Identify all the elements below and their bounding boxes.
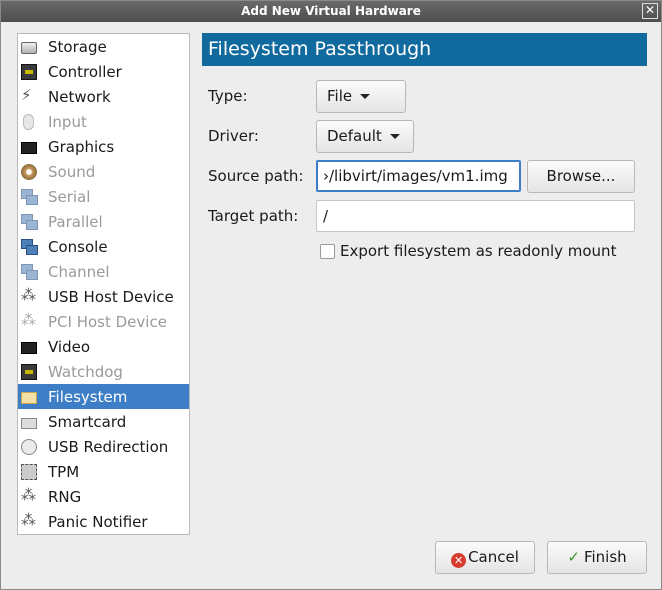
speaker-icon [21, 163, 37, 180]
sidebar-item-watchdog: Watchdog [18, 359, 189, 384]
console-icon [21, 238, 38, 255]
type-value: File [327, 87, 353, 105]
title-bar: Add New Virtual Hardware ✕ [1, 1, 661, 22]
rng-icon: ⁂ [21, 485, 36, 504]
usb-redirection-icon [21, 438, 37, 455]
sidebar-item-console[interactable]: Console [18, 234, 189, 259]
sidebar-item-label: Serial [48, 187, 91, 206]
sidebar-item-label: Controller [48, 62, 122, 81]
sidebar-item-serial: Serial [18, 184, 189, 209]
channel-icon [21, 263, 38, 280]
pci-icon: ⁂ [21, 310, 36, 329]
sidebar-item-label: Smartcard [48, 412, 127, 431]
driver-label: Driver: [208, 127, 259, 145]
sidebar-item-label: Video [48, 337, 91, 356]
readonly-label[interactable]: Export filesystem as readonly mount [340, 242, 616, 260]
serial-icon [21, 188, 38, 205]
source-path-label: Source path: [208, 167, 304, 185]
add-virtual-hardware-dialog: Add New Virtual Hardware ✕ Storage Contr… [0, 0, 662, 590]
tpm-icon [21, 463, 37, 480]
sidebar-item-smartcard[interactable]: Smartcard [18, 409, 189, 434]
smartcard-icon [21, 417, 37, 429]
sidebar-item-label: Filesystem [48, 387, 128, 406]
sidebar-item-tpm[interactable]: TPM [18, 459, 189, 484]
panic-notifier-icon: ⁂ [21, 510, 36, 529]
sidebar-item-graphics[interactable]: Graphics [18, 134, 189, 159]
plug-icon: ⚡ [21, 85, 32, 104]
hardware-list: Storage Controller ⚡ Network Input Graph… [17, 33, 190, 535]
sidebar-item-usb-host-device[interactable]: ⁂ USB Host Device [18, 284, 189, 309]
cancel-icon: ✕ [451, 553, 467, 568]
sidebar-item-label: Parallel [48, 212, 103, 231]
sidebar-item-label: Console [48, 237, 108, 256]
finish-button[interactable]: ✓ Finish [547, 541, 647, 574]
sidebar-item-label: PCI Host Device [48, 312, 167, 331]
sidebar-item-label: Network [48, 87, 111, 106]
panel-title: Filesystem Passthrough [202, 33, 647, 66]
window-title: Add New Virtual Hardware [241, 4, 421, 18]
watchdog-icon [21, 363, 37, 380]
sidebar-item-storage[interactable]: Storage [18, 34, 189, 59]
chip-icon [21, 63, 37, 80]
sidebar-item-channel: Channel [18, 259, 189, 284]
monitor-icon [21, 141, 37, 154]
target-path-label: Target path: [208, 207, 299, 225]
sidebar-item-label: Input [48, 112, 87, 131]
monitor-icon [21, 341, 37, 354]
type-dropdown[interactable]: File [316, 80, 406, 113]
sidebar-item-network[interactable]: ⚡ Network [18, 84, 189, 109]
sidebar-item-label: TPM [48, 462, 80, 481]
disk-icon [21, 41, 37, 54]
driver-value: Default [327, 127, 382, 145]
sidebar-item-input: Input [18, 109, 189, 134]
target-path-input[interactable]: / [316, 200, 635, 232]
cancel-button[interactable]: ✕ Cancel [435, 541, 535, 574]
source-path-input[interactable]: ›/libvirt/images/vm1.img [316, 160, 521, 192]
sidebar-item-video[interactable]: Video [18, 334, 189, 359]
browse-button[interactable]: Browse... [527, 160, 635, 193]
sidebar-item-sound: Sound [18, 159, 189, 184]
sidebar-item-controller[interactable]: Controller [18, 59, 189, 84]
usb-icon: ⁂ [21, 285, 36, 304]
cancel-label: Cancel [468, 548, 519, 566]
sidebar-item-label: USB Host Device [48, 287, 174, 306]
mouse-icon [23, 113, 34, 130]
sidebar-item-label: USB Redirection [48, 437, 169, 456]
driver-dropdown[interactable]: Default [316, 120, 414, 153]
finish-label: Finish [583, 548, 627, 566]
type-label: Type: [208, 87, 248, 105]
sidebar-item-pci-host-device: ⁂ PCI Host Device [18, 309, 189, 334]
sidebar-item-filesystem[interactable]: Filesystem [18, 384, 189, 409]
sidebar-item-label: Watchdog [48, 362, 123, 381]
sidebar-item-label: RNG [48, 487, 82, 506]
sidebar-item-parallel: Parallel [18, 209, 189, 234]
sidebar-item-label: Sound [48, 162, 96, 181]
checkmark-icon: ✓ [567, 548, 580, 566]
sidebar-item-label: Panic Notifier [48, 512, 148, 531]
sidebar-item-rng[interactable]: ⁂ RNG [18, 484, 189, 509]
sidebar-item-label: Graphics [48, 137, 115, 156]
close-icon[interactable]: ✕ [642, 3, 658, 19]
parallel-icon [21, 213, 38, 230]
folder-icon [21, 391, 37, 404]
chevron-down-icon [360, 94, 371, 99]
sidebar-item-label: Storage [48, 37, 107, 56]
sidebar-item-label: Channel [48, 262, 110, 281]
sidebar-item-panic-notifier[interactable]: ⁂ Panic Notifier [18, 509, 189, 534]
sidebar-item-usb-redirection[interactable]: USB Redirection [18, 434, 189, 459]
readonly-checkbox[interactable] [320, 244, 335, 259]
chevron-down-icon [389, 134, 400, 139]
